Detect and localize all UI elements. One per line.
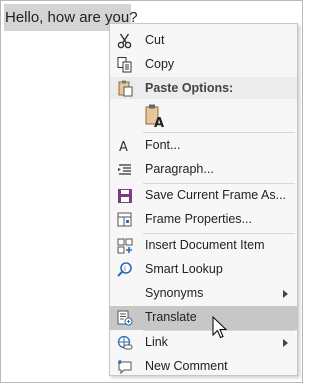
menu-item-save-current-frame-as[interactable]: Save Current Frame As... bbox=[110, 184, 297, 208]
svg-text:A: A bbox=[119, 140, 128, 155]
menu-item-copy[interactable]: Copy bbox=[110, 53, 297, 77]
menu-item-label: Translate bbox=[145, 310, 197, 324]
menu-item-label: Cut bbox=[145, 33, 165, 47]
submenu-arrow-icon bbox=[283, 290, 288, 298]
paste-options-header: Paste Options: bbox=[110, 77, 297, 99]
paste-icon bbox=[118, 80, 133, 97]
menu-item-label: Link bbox=[145, 335, 168, 349]
context-menu: Cut Copy Paste Options: A A Font... Para… bbox=[109, 23, 298, 376]
menu-item-label: Save Current Frame As... bbox=[145, 188, 287, 202]
menu-item-smart-lookup[interactable]: i Smart Lookup bbox=[110, 258, 297, 282]
new-comment-icon bbox=[118, 360, 132, 375]
menu-item-label: Paste Options: bbox=[145, 81, 234, 95]
menu-item-translate[interactable]: Translate bbox=[110, 306, 297, 330]
paste-text-only-icon: A bbox=[145, 104, 164, 129]
menu-item-label: Smart Lookup bbox=[145, 262, 223, 276]
menu-item-cut[interactable]: Cut bbox=[110, 29, 297, 53]
svg-text:A: A bbox=[154, 116, 164, 129]
submenu-arrow-icon bbox=[283, 339, 288, 347]
menu-item-synonyms[interactable]: Synonyms bbox=[110, 282, 297, 306]
svg-text:i: i bbox=[124, 265, 126, 273]
menu-item-frame-properties[interactable]: Frame Properties... bbox=[110, 208, 297, 232]
translate-icon bbox=[117, 310, 133, 326]
menu-item-label: Font... bbox=[145, 138, 181, 152]
save-icon bbox=[118, 189, 132, 203]
menu-item-label: Synonyms bbox=[145, 286, 204, 300]
mouse-pointer-icon bbox=[212, 316, 228, 339]
menu-item-new-comment[interactable]: New Comment bbox=[110, 355, 297, 379]
paste-keep-text-only-button[interactable]: A bbox=[110, 100, 297, 130]
font-icon: A bbox=[119, 140, 128, 155]
menu-item-label: New Comment bbox=[145, 359, 228, 373]
menu-item-font[interactable]: A Font... bbox=[110, 134, 297, 158]
menu-item-paragraph[interactable]: Paragraph... bbox=[110, 158, 297, 182]
menu-item-label: Copy bbox=[145, 57, 175, 71]
menu-item-label: Paragraph... bbox=[145, 162, 214, 176]
copy-icon bbox=[117, 57, 132, 73]
insert-document-item-icon bbox=[117, 238, 133, 254]
frame-properties-icon bbox=[117, 212, 132, 227]
menu-item-label: Insert Document Item bbox=[145, 238, 265, 252]
menu-item-insert-document-item[interactable]: Insert Document Item bbox=[110, 234, 297, 258]
menu-item-link[interactable]: Link bbox=[110, 331, 297, 355]
smart-lookup-icon: i bbox=[117, 262, 132, 277]
paragraph-icon bbox=[118, 164, 131, 175]
menu-separator bbox=[143, 132, 295, 133]
link-icon bbox=[117, 335, 133, 350]
menu-item-label: Frame Properties... bbox=[145, 212, 252, 226]
scissors-icon bbox=[117, 33, 132, 49]
